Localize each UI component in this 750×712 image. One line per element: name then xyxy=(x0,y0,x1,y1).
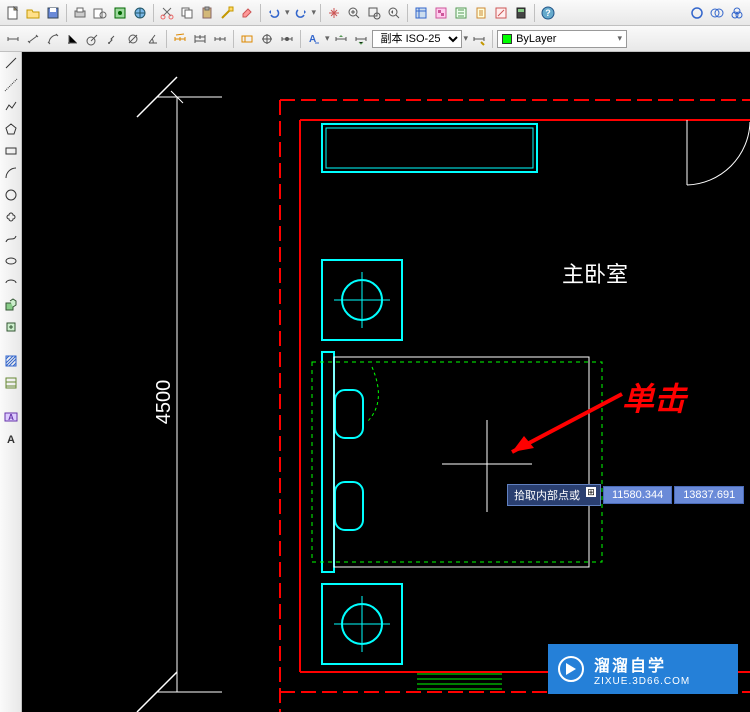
text-tool-icon[interactable]: A xyxy=(2,430,20,448)
annotation-click: 单击 xyxy=(622,374,686,420)
zoom-window-icon[interactable] xyxy=(365,4,383,22)
zoom-previous-icon[interactable] xyxy=(385,4,403,22)
zoom-in-icon[interactable] xyxy=(345,4,363,22)
toolbar-standard: ▾ ▾ ? xyxy=(0,0,750,26)
separator xyxy=(320,4,321,22)
style-dropdown[interactable]: ▾ xyxy=(464,33,469,44)
arc-tool-icon[interactable] xyxy=(2,164,20,182)
line-tool-icon[interactable] xyxy=(2,54,20,72)
separator xyxy=(166,30,167,48)
calculator-icon[interactable] xyxy=(512,4,530,22)
gradient-tool-icon[interactable] xyxy=(2,374,20,392)
svg-text:A: A xyxy=(7,434,15,446)
redo-dropdown[interactable]: ▾ xyxy=(312,7,317,18)
separator xyxy=(153,4,154,22)
polygon-tool-icon[interactable] xyxy=(2,120,20,138)
spline-tool-icon[interactable] xyxy=(2,230,20,248)
separator xyxy=(300,30,301,48)
separator xyxy=(233,30,234,48)
properties-icon[interactable] xyxy=(412,4,430,22)
circle3-icon[interactable] xyxy=(728,4,746,22)
plot-icon[interactable] xyxy=(111,4,129,22)
watermark-brand: 溜溜自学 xyxy=(594,652,690,676)
erase-icon[interactable] xyxy=(238,4,256,22)
polyline-tool-icon[interactable] xyxy=(2,98,20,116)
revcloud-tool-icon[interactable] xyxy=(2,208,20,226)
toolbar-dimension: A ▾ 副本 ISO-25 ▾ ByLayer ▾ xyxy=(0,26,750,52)
print-icon[interactable] xyxy=(71,4,89,22)
circle-tool-icon[interactable] xyxy=(688,4,706,22)
pan-icon[interactable] xyxy=(325,4,343,22)
radius-dim-icon[interactable] xyxy=(84,30,102,48)
sheet-set-icon[interactable] xyxy=(472,4,490,22)
copy-icon[interactable] xyxy=(178,4,196,22)
dim-update-icon[interactable] xyxy=(332,30,350,48)
ordinate-dim-icon[interactable] xyxy=(64,30,82,48)
dim-edit-icon[interactable] xyxy=(278,30,296,48)
dim-update2-icon[interactable] xyxy=(352,30,370,48)
watermark-url: ZIXUE.3D66.COM xyxy=(594,676,690,687)
coord-input-1[interactable]: 11580.344 xyxy=(603,486,672,504)
block-make-icon[interactable] xyxy=(2,318,20,336)
open-file-icon[interactable] xyxy=(24,4,42,22)
separator xyxy=(492,30,493,48)
ellipse-arc-tool-icon[interactable] xyxy=(2,274,20,292)
block-insert-icon[interactable] xyxy=(2,296,20,314)
separator xyxy=(534,4,535,22)
circles-icon[interactable] xyxy=(708,4,726,22)
watermark-logo: 溜溜自学 ZIXUE.3D66.COM xyxy=(548,644,738,694)
tool-palette-icon[interactable] xyxy=(452,4,470,22)
tolerance-icon[interactable] xyxy=(238,30,256,48)
center-mark-icon[interactable] xyxy=(258,30,276,48)
publish-icon[interactable] xyxy=(131,4,149,22)
layer-color-swatch xyxy=(502,34,512,44)
linear-dim-icon[interactable] xyxy=(4,30,22,48)
prompt-label: 拾取内部点或 xyxy=(507,484,601,506)
match-icon[interactable] xyxy=(218,4,236,22)
circle-tool-icon[interactable] xyxy=(2,186,20,204)
new-file-icon[interactable] xyxy=(4,4,22,22)
separator xyxy=(66,4,67,22)
aligned-dim-icon[interactable] xyxy=(24,30,42,48)
quick-dim-icon[interactable] xyxy=(171,30,189,48)
dim-text-edit-icon[interactable]: A xyxy=(305,30,323,48)
undo-dropdown[interactable]: ▾ xyxy=(285,7,290,18)
help-icon[interactable]: ? xyxy=(539,4,557,22)
coord-input-2[interactable]: 13837.691 xyxy=(674,486,744,504)
angular-dim-icon[interactable] xyxy=(144,30,162,48)
sidebar-draw: A A xyxy=(0,52,22,712)
command-prompt: 拾取内部点或 11580.344 13837.691 xyxy=(507,484,744,506)
dim-style2-icon[interactable] xyxy=(470,30,488,48)
hatch-tool-icon[interactable] xyxy=(2,352,20,370)
layer-name-label: ByLayer xyxy=(516,33,556,45)
redo-icon[interactable] xyxy=(292,4,310,22)
room-label: 主卧室 xyxy=(562,262,628,287)
diameter-dim-icon[interactable] xyxy=(124,30,142,48)
ellipse-tool-icon[interactable] xyxy=(2,252,20,270)
layer-select[interactable]: ByLayer ▾ xyxy=(497,30,627,48)
markup-icon[interactable] xyxy=(492,4,510,22)
baseline-dim-icon[interactable] xyxy=(191,30,209,48)
play-icon xyxy=(558,656,584,682)
xline-tool-icon[interactable] xyxy=(2,76,20,94)
undo-icon[interactable] xyxy=(265,4,283,22)
paste-icon[interactable] xyxy=(198,4,216,22)
cut-icon[interactable] xyxy=(158,4,176,22)
svg-text:A: A xyxy=(8,413,14,422)
svg-text:?: ? xyxy=(545,8,551,18)
design-center-icon[interactable] xyxy=(432,4,450,22)
arc-dim-icon[interactable] xyxy=(44,30,62,48)
continue-dim-icon[interactable] xyxy=(211,30,229,48)
separator xyxy=(407,4,408,22)
print-preview-icon[interactable] xyxy=(91,4,109,22)
cad-canvas[interactable]: 4500 xyxy=(22,52,750,712)
rectangle-tool-icon[interactable] xyxy=(2,142,20,160)
separator xyxy=(260,4,261,22)
save-icon[interactable] xyxy=(44,4,62,22)
dim-style-select[interactable]: 副本 ISO-25 xyxy=(372,30,462,48)
text-dropdown[interactable]: ▾ xyxy=(325,33,330,44)
jogged-dim-icon[interactable] xyxy=(104,30,122,48)
mtext-tool-icon[interactable]: A xyxy=(2,408,20,426)
dimension-text: 4500 xyxy=(153,380,175,425)
